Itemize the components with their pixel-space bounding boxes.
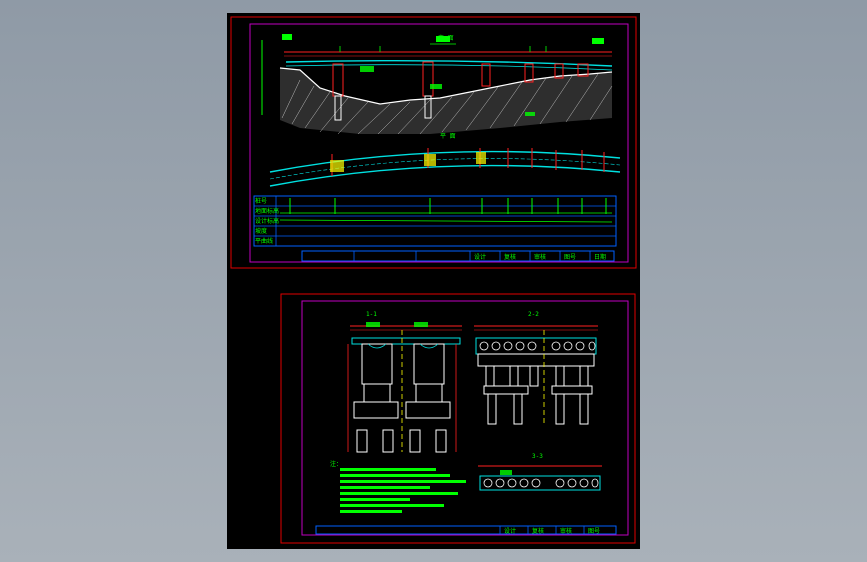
sheet-1-title-block-label-2: 审核	[534, 253, 546, 261]
table-row-label-1: 地面标高	[255, 207, 279, 215]
sheet-1-title-block-label-3: 图号	[564, 254, 576, 261]
sheet-2-title-block-label-2: 审核	[560, 527, 572, 535]
cad-canvas[interactable]: 立 面 平 面 桩号 地面标高 设计标高 坡度 平曲线 设计 复核 审核 图号 …	[0, 0, 867, 562]
table-row-label-2: 设计标高	[255, 217, 279, 225]
section-label-3-3: 3-3	[532, 453, 543, 460]
sheet-2-background	[227, 290, 640, 549]
sheet-1-title-block-label-0: 设计	[474, 253, 486, 261]
elevation-title: 立 面	[438, 34, 454, 42]
sheet-1-title-block-label-4: 日期	[594, 253, 606, 261]
table-row-label-0: 桩号	[255, 197, 267, 205]
table-row-label-3: 坡度	[255, 227, 267, 235]
section-label-2-2: 2-2	[528, 311, 539, 318]
notes-title: 注：	[330, 460, 342, 468]
sheet-2-title-block-label-0: 设计	[504, 527, 516, 535]
table-row-label-4: 平曲线	[255, 237, 273, 245]
plan-title: 平 面	[440, 133, 456, 140]
sheet-gap-background	[227, 270, 640, 290]
sheet-2-title-block-label-3: 图号	[588, 528, 600, 535]
sheet-2-title-block-label-1: 复核	[532, 527, 544, 535]
sheet-1-title-block-label-1: 复核	[504, 253, 516, 261]
section-label-1-1: 1-1	[366, 311, 377, 318]
